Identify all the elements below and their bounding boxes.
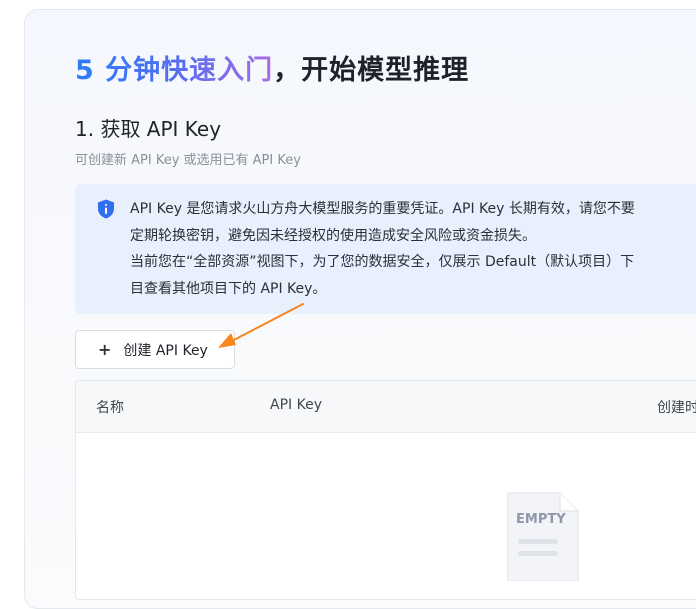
info-alert: API Key 是您请求火山方舟大模型服务的重要凭证。API Key 长期有效，… bbox=[75, 184, 696, 314]
alert-text: API Key 是您请求火山方舟大模型服务的重要凭证。API Key 长期有效，… bbox=[130, 196, 635, 302]
column-header-api-key: API Key bbox=[270, 397, 322, 413]
shield-info-icon bbox=[97, 199, 115, 219]
plus-icon: + bbox=[98, 340, 112, 359]
page-title-highlight: 5 分钟快速入门 bbox=[75, 55, 274, 86]
alert-line: 定期轮换密钥，避免因未经授权的使用造成安全风险或资金损失。 bbox=[130, 227, 536, 244]
table-header: 名称 API Key 创建时 bbox=[76, 381, 696, 433]
api-key-table: 名称 API Key 创建时 EMPTY bbox=[75, 380, 696, 600]
empty-state-icon: EMPTY bbox=[506, 491, 581, 582]
alert-line: 当前您在“全部资源”视图下，为了您的数据安全，仅展示 Default（默认项目）… bbox=[130, 254, 635, 270]
create-api-key-button[interactable]: + 创建 API Key bbox=[75, 330, 235, 369]
create-api-key-label: 创建 API Key bbox=[123, 342, 208, 359]
step-title: 1. 获取 API Key bbox=[75, 117, 222, 141]
alert-line: API Key 是您请求火山方舟大模型服务的重要凭证。API Key 长期有效，… bbox=[130, 201, 635, 217]
column-header-created-time: 创建时 bbox=[657, 400, 696, 416]
page-title-rest: ，开始模型推理 bbox=[273, 55, 470, 86]
column-header-name: 名称 bbox=[96, 400, 124, 416]
empty-state-label: EMPTY bbox=[516, 512, 566, 527]
step-subtitle: 可创建新 API Key 或选用已有 API Key bbox=[75, 153, 301, 168]
page-title: 5 分钟快速入门，开始模型推理 bbox=[75, 48, 469, 87]
alert-line: 目查看其他项目下的 API Key。 bbox=[130, 280, 327, 297]
